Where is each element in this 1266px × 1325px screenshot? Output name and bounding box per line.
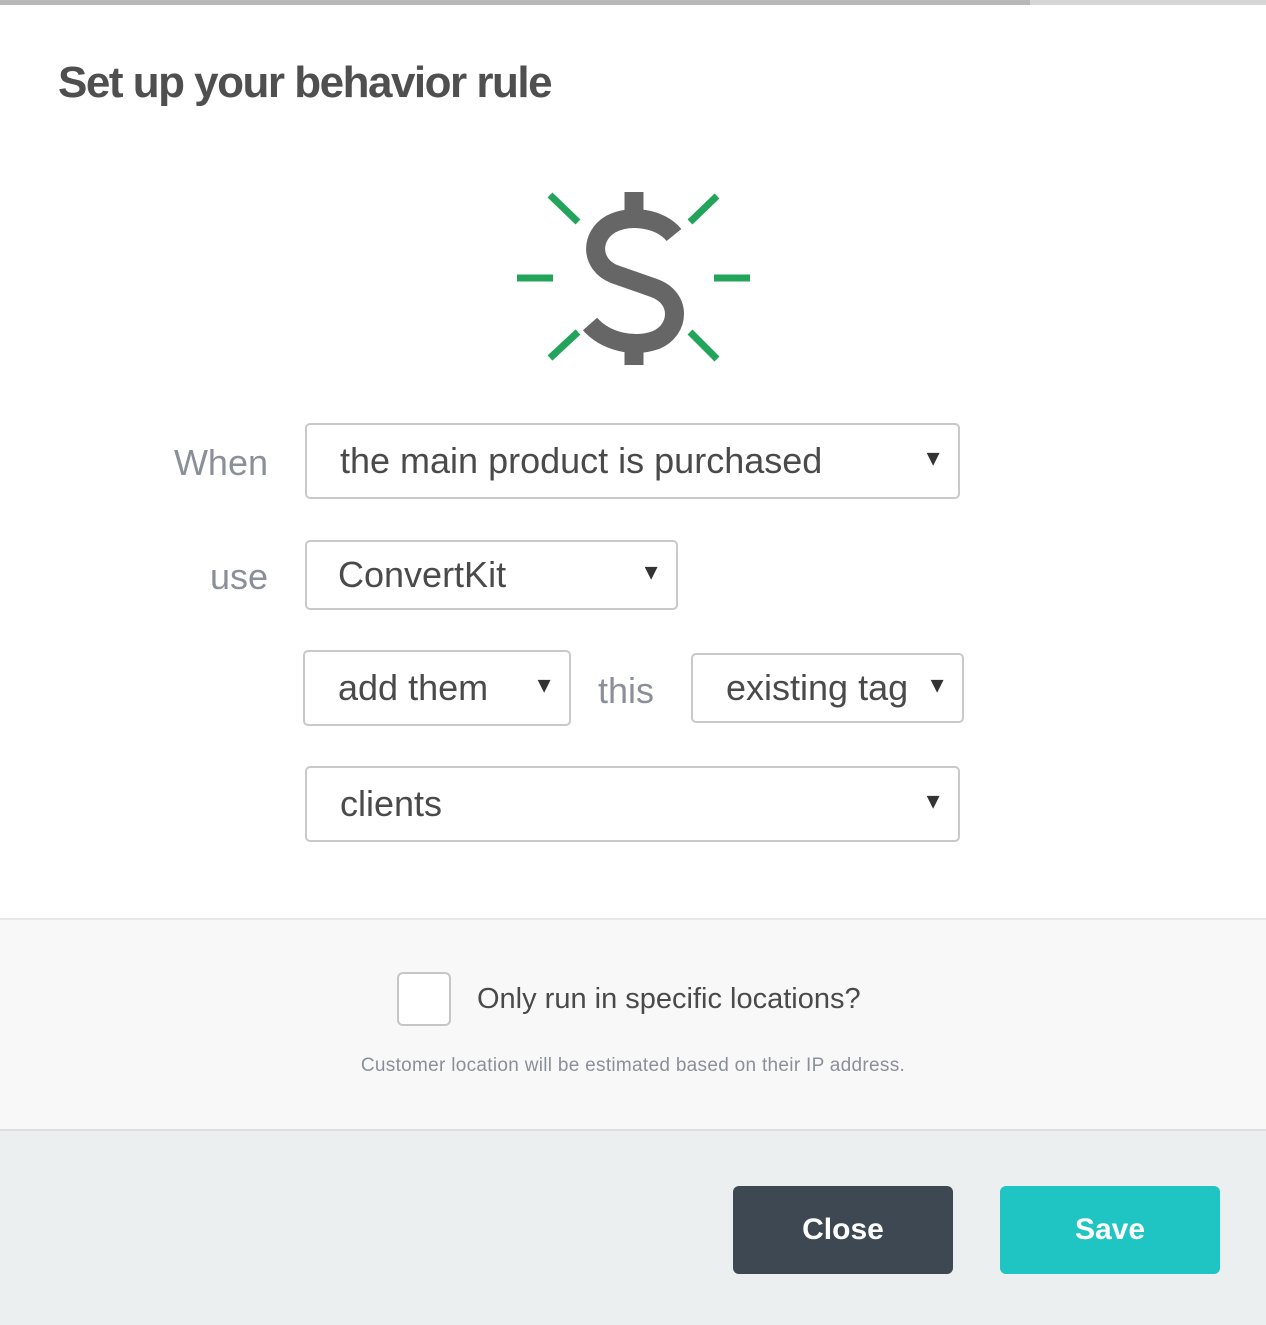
- chevron-down-icon: ▼: [533, 672, 555, 698]
- action-select[interactable]: add them ▼: [303, 650, 571, 726]
- tag-type-select[interactable]: existing tag ▼: [691, 653, 964, 723]
- integration-select[interactable]: ConvertKit ▼: [305, 540, 678, 610]
- chevron-down-icon: ▼: [926, 672, 948, 698]
- use-label: use: [209, 556, 268, 597]
- tag-type-select-value: existing tag: [726, 667, 909, 708]
- location-helper-text: Customer location will be estimated base…: [360, 1055, 906, 1076]
- specific-locations-label[interactable]: Only run in specific locations?: [477, 983, 861, 1016]
- dollar-burst-icon: [510, 180, 760, 380]
- trigger-select-value: the main product is purchased: [340, 440, 823, 481]
- integration-select-value: ConvertKit: [338, 554, 507, 595]
- specific-locations-checkbox[interactable]: [397, 972, 451, 1026]
- chevron-down-icon: ▼: [922, 788, 944, 814]
- save-button[interactable]: Save: [1000, 1186, 1220, 1274]
- tag-select[interactable]: clients ▼: [305, 766, 960, 842]
- trigger-select[interactable]: the main product is purchased ▼: [305, 423, 960, 499]
- this-label: this: [598, 670, 655, 711]
- tag-select-value: clients: [340, 783, 443, 824]
- action-select-value: add them: [338, 667, 489, 708]
- chevron-down-icon: ▼: [640, 559, 662, 585]
- close-button[interactable]: Close: [733, 1186, 953, 1274]
- when-label: When: [173, 442, 268, 483]
- top-progress-bar: [0, 0, 1266, 5]
- location-section: [0, 918, 1266, 1131]
- modal-title: Set up your behavior rule: [58, 58, 553, 107]
- chevron-down-icon: ▼: [922, 445, 944, 471]
